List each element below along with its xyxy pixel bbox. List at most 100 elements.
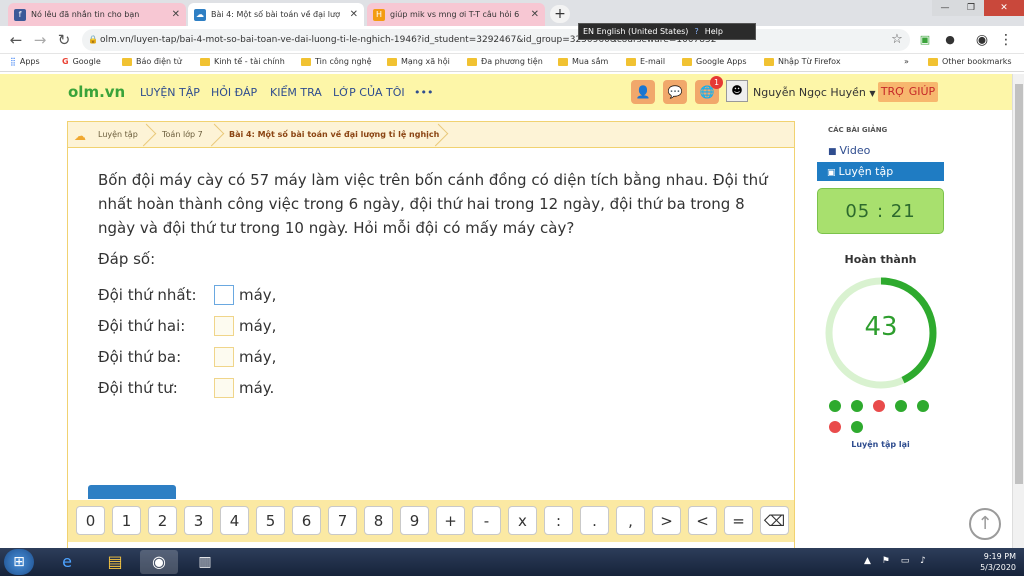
forward-icon[interactable]: → <box>30 30 50 50</box>
nav-hoi-dap[interactable]: HỎI ĐÁP <box>211 86 257 99</box>
key-4[interactable]: 4 <box>220 506 249 535</box>
row-label: Đội thứ nhất: <box>98 286 197 304</box>
folder-icon <box>764 57 774 66</box>
key-9[interactable]: 9 <box>400 506 429 535</box>
address-bar[interactable]: 🔒 olm.vn/luyen-tap/bai-4-mot-so-bai-toan… <box>82 29 910 51</box>
breadcrumb-item[interactable]: Luyện tập <box>98 122 138 148</box>
profile-icon[interactable]: ◉ <box>972 30 992 50</box>
google-icon: G <box>62 57 69 66</box>
user-menu[interactable]: Nguyễn Ngọc Huyền ▼ <box>753 86 876 99</box>
key-plus[interactable]: + <box>436 506 465 535</box>
key-divide[interactable]: : <box>544 506 573 535</box>
internet-explorer-icon[interactable]: e <box>48 550 86 574</box>
key-greater[interactable]: > <box>652 506 681 535</box>
key-7[interactable]: 7 <box>328 506 357 535</box>
bookmark-folder[interactable]: Mạng xã hội <box>387 57 450 66</box>
bookmark-folder[interactable]: Google Apps <box>682 57 747 66</box>
sidebar-item-video[interactable]: ■ Video <box>828 144 870 157</box>
bookmark-folder[interactable]: Mua sắm <box>558 57 608 66</box>
key-8[interactable]: 8 <box>364 506 393 535</box>
back-icon[interactable]: ← <box>6 30 26 50</box>
breadcrumb-item[interactable]: Toán lớp 7 <box>162 122 203 148</box>
tab-facebook[interactable]: f Nó lêu đã nhắn tin cho bạn ✕ <box>8 3 186 26</box>
close-tab-icon[interactable]: ✕ <box>172 9 180 20</box>
key-2[interactable]: 2 <box>148 506 177 535</box>
reload-icon[interactable]: ↻ <box>54 30 74 50</box>
close-window-icon[interactable]: ✕ <box>984 0 1024 16</box>
key-comma[interactable]: , <box>616 506 645 535</box>
key-5[interactable]: 5 <box>256 506 285 535</box>
bookmark-label: Kinh tế - tài chính <box>214 57 285 66</box>
more-bookmarks[interactable]: » <box>904 57 909 66</box>
tab-title: giúp mik vs mng ơi T-T câu hỏi 6 <box>390 10 520 19</box>
nav-luyen-tap[interactable]: LUYỆN TẬP <box>140 86 200 99</box>
sidebar-item-label: Luyện tập <box>838 165 894 178</box>
maximize-icon[interactable]: ❐ <box>958 0 984 16</box>
key-equals[interactable]: = <box>724 506 753 535</box>
extension-icon[interactable]: ▣ <box>915 30 935 50</box>
file-explorer-icon[interactable]: ▤ <box>96 550 134 574</box>
answer-label: Đáp số: <box>98 250 156 268</box>
result-dot-wrong <box>873 400 885 412</box>
key-0[interactable]: 0 <box>76 506 105 535</box>
key-backspace[interactable]: ⌫ <box>760 506 789 535</box>
system-tray-icons[interactable]: ▲ ⚑ ▭ ♪ <box>864 556 930 566</box>
key-dot[interactable]: . <box>580 506 609 535</box>
key-3[interactable]: 3 <box>184 506 213 535</box>
bookmark-folder[interactable]: Tin công nghệ <box>301 57 372 66</box>
bookmark-star-icon[interactable]: ☆ <box>887 30 907 50</box>
bookmark-folder[interactable]: Nhập Từ Firefox <box>764 57 841 66</box>
other-bookmarks[interactable]: Other bookmarks <box>928 57 1012 66</box>
key-less[interactable]: < <box>688 506 717 535</box>
close-tab-icon[interactable]: ✕ <box>350 9 358 20</box>
notification-badge: 1 <box>710 76 723 89</box>
clock[interactable]: 9:19 PM 5/3/2020 <box>980 551 1016 573</box>
bookmark-folder[interactable]: Báo điện tử <box>122 57 182 66</box>
nav-kiem-tra[interactable]: KIỂM TRA <box>270 86 322 99</box>
key-1[interactable]: 1 <box>112 506 141 535</box>
extension-icon[interactable]: ● <box>940 30 960 50</box>
nav-more[interactable]: ••• <box>414 86 433 99</box>
tab-hoc24[interactable]: H giúp mik vs mng ơi T-T câu hỏi 6 ✕ <box>367 3 545 26</box>
scrollbar-thumb[interactable] <box>1015 84 1023 484</box>
folder-icon <box>558 57 568 66</box>
answer-input-4[interactable] <box>214 378 234 398</box>
answer-input-1[interactable] <box>214 285 234 305</box>
close-tab-icon[interactable]: ✕ <box>531 9 539 20</box>
bookmark-folder[interactable]: E-mail <box>626 57 665 66</box>
page-scrollbar[interactable] <box>1012 74 1024 548</box>
chat-icon[interactable]: 💬 <box>663 80 687 104</box>
network-app-icon[interactable]: ▥ <box>186 550 224 574</box>
add-friend-icon[interactable]: 👤 <box>631 80 655 104</box>
answer-input-3[interactable] <box>214 347 234 367</box>
chrome-icon[interactable]: ◉ <box>140 550 178 574</box>
tab-olm[interactable]: ☁ Bài 4: Một số bài toán về đại lượ ✕ <box>188 3 364 26</box>
site-logo[interactable]: olm.vn <box>68 83 125 101</box>
key-6[interactable]: 6 <box>292 506 321 535</box>
minimize-icon[interactable]: — <box>932 0 958 16</box>
key-minus[interactable]: - <box>472 506 501 535</box>
windows-start-icon[interactable]: ⊞ <box>4 549 34 575</box>
result-dot-correct <box>829 400 841 412</box>
menu-icon[interactable]: ⋮ <box>996 30 1016 50</box>
help-button[interactable]: TRỢ GIÚP <box>878 82 938 102</box>
site-header: olm.vn LUYỆN TẬP HỎI ĐÁP KIỂM TRA LỚP CỦ… <box>0 74 1012 110</box>
new-tab-button[interactable]: + <box>550 5 570 23</box>
tab-strip: f Nó lêu đã nhắn tin cho bạn ✕ ☁ Bài 4: … <box>0 0 1024 26</box>
bookmark-label: Other bookmarks <box>942 57 1012 66</box>
sidebar-item-practice[interactable]: ▣ Luyện tập <box>817 162 944 181</box>
answer-input-2[interactable] <box>214 316 234 336</box>
timer: 05 : 21 <box>817 188 944 234</box>
key-multiply[interactable]: x <box>508 506 537 535</box>
language-bar[interactable]: EN English (United States) ? Help <box>578 23 756 40</box>
bookmark-google[interactable]: G Google <box>62 57 101 66</box>
avatar[interactable]: ☻ <box>726 80 748 102</box>
nav-lop-cua-toi[interactable]: LỚP CỦA TÔI <box>333 86 405 99</box>
bookmark-folder[interactable]: Kinh tế - tài chính <box>200 57 285 66</box>
redo-practice-link[interactable]: Luyện tập lại <box>817 440 944 449</box>
scroll-to-top-icon[interactable]: ↑ <box>969 508 1001 540</box>
bookmark-folder[interactable]: Đa phương tiện <box>467 57 543 66</box>
answer-row: Đội thứ tư: máy. <box>98 376 274 400</box>
bookmark-apps[interactable]: ⣿ Apps <box>10 57 40 66</box>
submit-button[interactable] <box>88 485 176 499</box>
